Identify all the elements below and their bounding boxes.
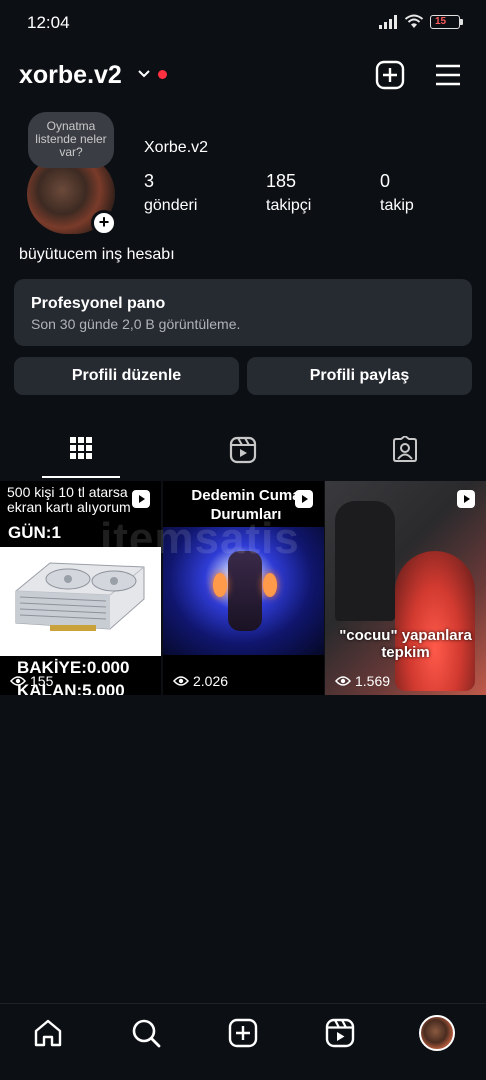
- chevron-down-icon[interactable]: [136, 66, 152, 82]
- post-views-count: 1.569: [355, 673, 391, 689]
- status-bar: 12:04 15: [0, 0, 486, 46]
- battery-icon: 15: [430, 14, 463, 29]
- tagged-icon: [393, 436, 417, 462]
- reel-badge-icon: [132, 490, 150, 508]
- bottom-navigation: [0, 1003, 486, 1080]
- signal-icon: [379, 14, 397, 29]
- reels-icon: [229, 436, 257, 464]
- professional-dashboard[interactable]: Profesyonel pano Son 30 günde 2,0 B görü…: [14, 279, 472, 346]
- eye-icon: [335, 676, 351, 686]
- posts-grid-icon: [70, 437, 92, 459]
- create-icon[interactable]: [375, 60, 405, 90]
- menu-icon[interactable]: [433, 60, 463, 90]
- reels-nav-icon[interactable]: [325, 1018, 355, 1048]
- bio: büyütucem inş hesabı: [19, 246, 175, 263]
- stat-following-label: takip: [380, 197, 414, 214]
- eye-icon: [10, 676, 26, 686]
- stat-posts-value: 3: [144, 171, 155, 191]
- post-image: [395, 551, 475, 691]
- post-tile[interactable]: "cocuu" yapanlara tepkim 1.569: [325, 481, 486, 695]
- stat-posts-label: gönderi: [144, 197, 198, 214]
- profile-tabs: [0, 427, 486, 479]
- stat-followers-label: takipçi: [266, 197, 312, 214]
- tab-posts[interactable]: [0, 427, 162, 479]
- tab-tagged[interactable]: [324, 427, 486, 479]
- profile-nav-avatar[interactable]: [419, 1015, 455, 1051]
- post-views: 155: [10, 673, 53, 689]
- dashboard-subtitle: Son 30 günde 2,0 B görüntüleme.: [31, 316, 241, 332]
- tab-reels[interactable]: [162, 427, 324, 479]
- note-bubble[interactable]: Oynatma listende neler var?: [28, 112, 114, 168]
- graphics-card-image: [15, 562, 145, 631]
- stat-followers[interactable]: 185 takipçi: [266, 171, 311, 215]
- status-time: 12:04: [27, 13, 70, 32]
- reel-badge-icon: [457, 490, 475, 508]
- dashboard-title: Profesyonel pano: [31, 295, 166, 312]
- account-switcher-username[interactable]: xorbe.v2: [19, 61, 122, 90]
- post-day-text: GÜN:1: [8, 523, 61, 542]
- reel-badge-icon: [295, 490, 313, 508]
- watermark: itemsatis: [100, 514, 300, 563]
- post-views: 1.569: [335, 673, 390, 689]
- create-post-icon[interactable]: [228, 1018, 258, 1048]
- eye-icon: [173, 676, 189, 686]
- post-caption: "cocuu" yapanlara tepkim: [339, 627, 472, 661]
- post-views: 2.026: [173, 673, 228, 689]
- notification-dot: [158, 70, 167, 79]
- active-tab-indicator: [42, 476, 120, 478]
- battery-level: 15: [435, 15, 447, 27]
- edit-profile-button[interactable]: Profili düzenle: [14, 357, 239, 395]
- add-story-icon[interactable]: +: [91, 210, 117, 236]
- post-views-count: 2.026: [193, 673, 229, 689]
- search-icon[interactable]: [131, 1018, 161, 1048]
- post-overlay-text: 500 kişi 10 tl atarsa ekran kartı alıyor…: [7, 484, 131, 515]
- stat-posts[interactable]: 3 gönderi: [144, 171, 197, 215]
- stat-following-value: 0: [380, 171, 391, 191]
- stat-followers-value: 185: [266, 171, 297, 191]
- wifi-icon: [404, 14, 424, 28]
- home-icon[interactable]: [33, 1018, 63, 1048]
- post-views-count: 155: [30, 673, 54, 689]
- display-name: Xorbe.v2: [144, 139, 209, 156]
- profile-header: xorbe.v2: [0, 50, 486, 100]
- status-icons: 15: [378, 14, 463, 29]
- stat-following[interactable]: 0 takip: [380, 171, 414, 215]
- share-profile-button[interactable]: Profili paylaş: [247, 357, 472, 395]
